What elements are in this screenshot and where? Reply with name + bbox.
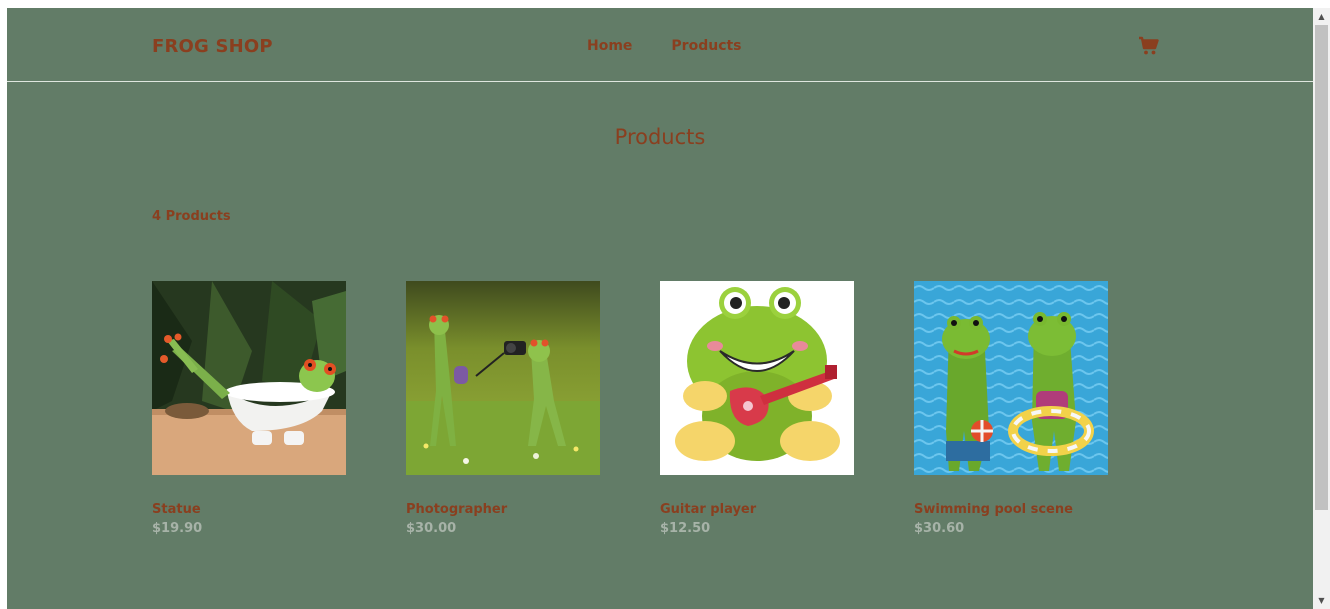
shopping-cart-icon[interactable]: [1138, 36, 1160, 56]
product-name[interactable]: Swimming pool scene: [914, 502, 1108, 517]
vertical-scrollbar[interactable]: ▲ ▼: [1313, 8, 1330, 609]
scroll-up-arrow-icon[interactable]: ▲: [1313, 8, 1330, 25]
scrollbar-thumb[interactable]: [1315, 25, 1328, 510]
product-card[interactable]: Statue $19.90: [152, 281, 346, 536]
product-price: $12.50: [660, 521, 711, 536]
product-price: $30.00: [406, 521, 457, 536]
nav-home[interactable]: Home: [587, 38, 632, 54]
site-header: FROG SHOP Home Products: [7, 8, 1313, 82]
product-price: $19.90: [152, 521, 203, 536]
page-title: Products: [614, 125, 706, 149]
window-left-border: [0, 0, 7, 609]
product-grid: Statue $19.90 Photographer $30.00 Guitar…: [152, 281, 1108, 536]
window-top-border: [0, 0, 1330, 8]
product-name[interactable]: Guitar player: [660, 502, 854, 517]
scroll-down-arrow-icon[interactable]: ▼: [1313, 592, 1330, 609]
product-image-statue[interactable]: [152, 281, 346, 475]
product-name[interactable]: Photographer: [406, 502, 600, 517]
page-viewport: FROG SHOP Home Products Products 4 Produ…: [7, 8, 1313, 609]
nav-products[interactable]: Products: [671, 38, 741, 54]
product-card[interactable]: Photographer $30.00: [406, 281, 600, 536]
product-card[interactable]: Guitar player $12.50: [660, 281, 854, 536]
product-name[interactable]: Statue: [152, 502, 346, 517]
product-card[interactable]: Swimming pool scene $30.60: [914, 281, 1108, 536]
product-price: $30.60: [914, 521, 965, 536]
main-nav: Home Products: [587, 38, 742, 54]
product-image-photographer[interactable]: [406, 281, 600, 475]
product-image-guitar-player[interactable]: [660, 281, 854, 475]
product-count: 4 Products: [152, 209, 231, 224]
brand-logo[interactable]: FROG SHOP: [152, 36, 273, 57]
product-image-swimming-pool-scene[interactable]: [914, 281, 1108, 475]
